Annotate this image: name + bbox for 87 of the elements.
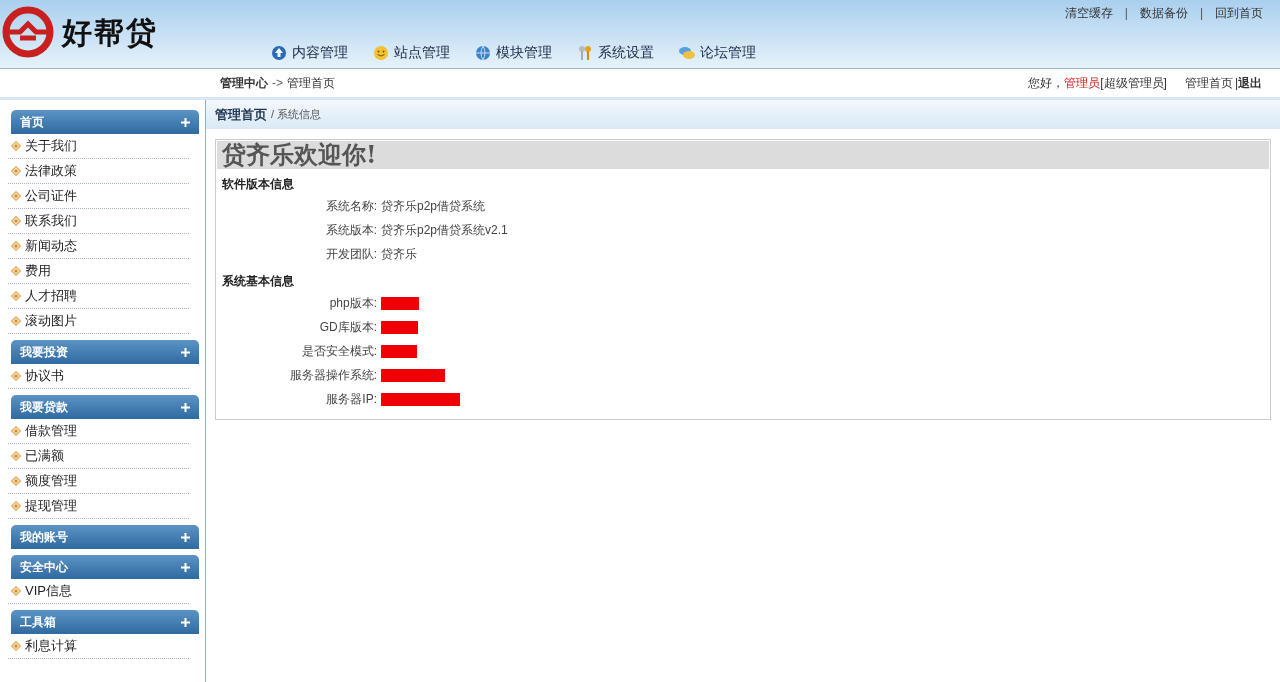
diamond-bullet-icon: [11, 316, 21, 326]
breadcrumb-root[interactable]: 管理中心: [220, 74, 268, 92]
diamond-bullet-icon: [11, 371, 21, 381]
admin-home-link[interactable]: 管理首页: [1184, 74, 1233, 92]
field-label: GD库版本:: [318, 319, 377, 336]
diamond-bullet-icon: [11, 641, 21, 651]
plus-icon: [181, 347, 190, 357]
field-value: 贷齐乐p2p借贷系统: [381, 198, 486, 215]
field-label: 系统名称:: [324, 198, 377, 215]
header-link[interactable]: 回到首页: [1215, 4, 1263, 22]
plus-icon: [181, 402, 190, 412]
redaction-block: [381, 320, 418, 334]
nav-menu-item[interactable]: 模块管理: [474, 42, 552, 63]
username: 管理员: [1064, 75, 1101, 92]
sidebar-item[interactable]: 法律政策: [8, 159, 189, 184]
field-label: 系统版本:: [324, 222, 377, 239]
smiley-icon: [372, 43, 390, 62]
diamond-bullet-icon: [11, 501, 21, 511]
diamond-bullet-icon: [11, 141, 21, 151]
breadcrumb-separator: ->: [272, 75, 283, 92]
logo-text: 好帮贷: [62, 15, 158, 51]
sidebar-item[interactable]: 滚动图片: [8, 309, 189, 334]
globe-icon: [474, 43, 492, 62]
diamond-bullet-icon: [11, 241, 21, 251]
sidebar-item[interactable]: 协议书: [8, 364, 189, 389]
sidebar-item[interactable]: 关于我们: [8, 134, 189, 159]
nav-menu-item[interactable]: 站点管理: [372, 42, 450, 63]
sidebar-item[interactable]: 额度管理: [8, 469, 189, 494]
logo-icon: [2, 6, 54, 58]
sidebar-item[interactable]: 新闻动态: [8, 234, 189, 259]
redaction-block: [381, 368, 445, 382]
section-heading: 软件版本信息: [221, 176, 295, 193]
field-label: 开发团队:: [324, 246, 377, 263]
nav-menu-item[interactable]: 系统设置: [576, 42, 654, 63]
user-role: [超级管理员]: [1100, 75, 1167, 92]
diamond-bullet-icon: [11, 266, 21, 276]
sidebar-item[interactable]: VIP信息: [8, 579, 189, 604]
logout-link[interactable]: 退出: [1238, 74, 1262, 92]
redaction-block: [381, 344, 417, 358]
sidebar-section-header[interactable]: 工具箱: [11, 610, 199, 634]
field-label: 是否安全模式:: [300, 343, 377, 360]
sidebar-item[interactable]: 费用: [8, 259, 189, 284]
sidebar-section-header[interactable]: 首页: [11, 110, 199, 134]
link-separator: |: [1124, 5, 1128, 22]
link-separator: |: [1199, 5, 1203, 22]
content-title: 管理首页: [215, 105, 267, 124]
sidebar-item[interactable]: 提现管理: [8, 494, 189, 519]
link-separator: |: [1234, 75, 1238, 92]
plus-icon: [181, 617, 190, 627]
plus-icon: [181, 117, 190, 127]
diamond-bullet-icon: [11, 476, 21, 486]
section-heading: 系统基本信息: [221, 273, 295, 290]
up-arrow-circle-icon: [270, 43, 288, 62]
diamond-bullet-icon: [11, 166, 21, 176]
sidebar-item[interactable]: 已满额: [8, 444, 189, 469]
greeting-text: 您好，: [1028, 75, 1065, 92]
diamond-bullet-icon: [11, 291, 21, 301]
field-value: 贷齐乐p2p借贷系统v2.1: [381, 222, 508, 239]
nav-menu-item[interactable]: 内容管理: [270, 42, 348, 63]
sidebar-item[interactable]: 借款管理: [8, 419, 189, 444]
content-subtitle: / 系统信息: [271, 107, 322, 123]
field-label: php版本:: [328, 295, 377, 312]
plus-icon: [181, 562, 190, 572]
sidebar-item[interactable]: 利息计算: [8, 634, 189, 659]
sidebar-section-header[interactable]: 安全中心: [11, 555, 199, 579]
header-link[interactable]: 清空缓存: [1064, 4, 1113, 22]
redaction-block: [381, 296, 419, 310]
diamond-bullet-icon: [11, 586, 21, 596]
sidebar-item[interactable]: 人才招聘: [8, 284, 189, 309]
keys-icon: [576, 43, 594, 62]
plus-icon: [181, 532, 190, 542]
sidebar-item[interactable]: 公司证件: [8, 184, 189, 209]
sidebar-section-header[interactable]: 我要贷款: [11, 395, 199, 419]
diamond-bullet-icon: [11, 426, 21, 436]
header-link[interactable]: 数据备份: [1139, 4, 1188, 22]
sidebar-section-header[interactable]: 我的账号: [11, 525, 199, 549]
diamond-bullet-icon: [11, 191, 21, 201]
sidebar-item[interactable]: 联系我们: [8, 209, 189, 234]
field-value: 贷齐乐: [381, 246, 417, 263]
field-label: 服务器操作系统:: [288, 367, 377, 384]
breadcrumb-current: 管理首页: [287, 75, 335, 92]
field-label: 服务器IP:: [325, 391, 377, 408]
welcome-banner: 贷齐乐欢迎你!: [217, 141, 1269, 169]
sidebar-section-header[interactable]: 我要投资: [11, 340, 199, 364]
diamond-bullet-icon: [11, 216, 21, 226]
diamond-bullet-icon: [11, 451, 21, 461]
nav-menu-item[interactable]: 论坛管理: [678, 42, 756, 63]
